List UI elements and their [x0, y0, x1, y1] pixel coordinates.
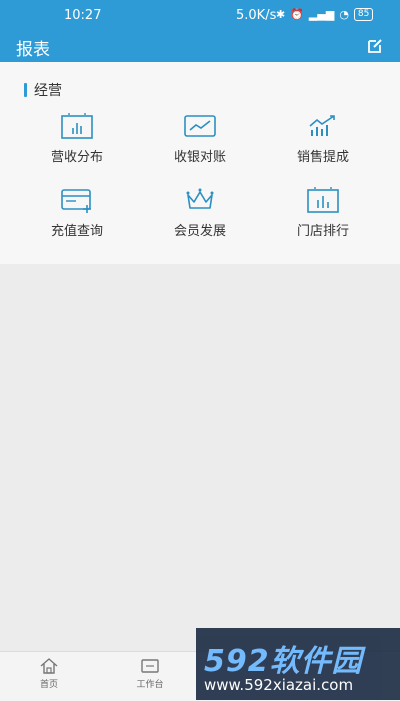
growth-icon	[309, 115, 335, 136]
grid-item-label: 充值查询	[50, 224, 103, 239]
section-accent-bar	[24, 83, 27, 97]
grid-item-recharge[interactable]: 充值查询	[22, 186, 132, 239]
status-icons: ✱ ⏰ ▂▄▆ ◔ 85	[276, 8, 374, 21]
business-panel: 经营 营收分布 收银对账 销售提成 充值查询 会员发展 门店排行	[0, 62, 400, 264]
watermark: 592软件园 www.592xiazai.com	[196, 628, 400, 700]
tab-workbench[interactable]: 工作台	[120, 657, 180, 690]
bluetooth-icon: ✱	[276, 8, 286, 21]
crown-icon	[186, 188, 214, 209]
section-title: 经营	[34, 83, 62, 99]
network-speed: 5.0K/s	[236, 8, 277, 23]
edit-icon[interactable]	[366, 37, 384, 55]
grid-item-member[interactable]: 会员发展	[145, 186, 255, 239]
wifi-icon: ◔	[339, 8, 349, 21]
app-bar: 报表	[0, 32, 400, 62]
tab-home-label: 首页	[39, 680, 58, 690]
tab-workbench-label: 工作台	[136, 680, 164, 690]
section-header: 经营	[24, 80, 62, 100]
card-plus-icon	[61, 189, 91, 213]
workbench-icon	[141, 659, 159, 673]
grid-item-commission[interactable]: 销售提成	[268, 112, 378, 165]
grid-item-label: 销售提成	[296, 150, 349, 165]
status-bar: 10:27 5.0K/s ✱ ⏰ ▂▄▆ ◔ 85	[0, 0, 400, 32]
trend-card-icon	[184, 115, 216, 137]
grid-item-revenue[interactable]: 营收分布	[22, 112, 132, 165]
signal-icon: ▂▄▆	[308, 8, 335, 21]
bar-chart-icon	[61, 113, 93, 139]
watermark-url: www.592xiazai.com	[204, 676, 354, 694]
grid-item-reconciliation[interactable]: 收银对账	[145, 112, 255, 165]
grid-item-store-ranking[interactable]: 门店排行	[268, 186, 378, 239]
tab-home[interactable]: 首页	[19, 657, 79, 690]
watermark-logo: 592软件园	[204, 644, 363, 679]
grid-item-label: 会员发展	[173, 224, 226, 239]
grid-item-label: 门店排行	[296, 224, 349, 239]
ranking-chart-icon	[307, 187, 339, 213]
status-time: 10:27	[64, 8, 102, 23]
grid-item-label: 收银对账	[173, 150, 226, 165]
alarm-icon: ⏰	[290, 8, 304, 21]
page-title: 报表	[16, 40, 50, 60]
home-icon	[40, 658, 58, 674]
battery-icon: 85	[353, 8, 374, 21]
grid-item-label: 营收分布	[50, 150, 103, 165]
